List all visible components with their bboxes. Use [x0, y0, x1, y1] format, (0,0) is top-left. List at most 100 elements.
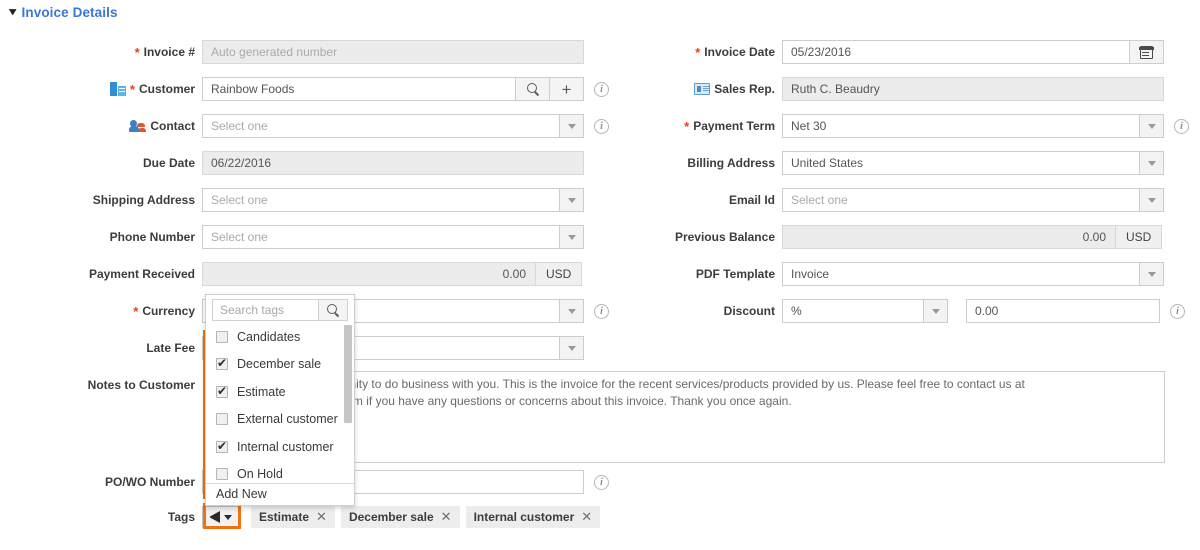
invoice-details-page: ▾ Invoice Details * Invoice # Auto gener… — [0, 0, 1200, 550]
po-wo-number-info-icon[interactable]: i — [594, 474, 609, 490]
tag-chip[interactable]: Internal customer ✕ — [465, 506, 601, 528]
tag-list-scroll-thumb[interactable] — [344, 325, 352, 423]
shipping-address-select[interactable]: Select one — [202, 188, 560, 212]
tag-chip[interactable]: Estimate ✕ — [251, 506, 335, 528]
contact-select[interactable]: Select one — [202, 114, 560, 138]
customer-input-group: Rainbow Foods + — [202, 77, 584, 101]
tag-checkbox[interactable] — [216, 413, 228, 426]
due-date-label: Due Date — [142, 156, 195, 170]
field-row-pdf-template: PDF Template Invoice — [580, 262, 1164, 286]
field-row-invoice-number: * Invoice # Auto generated number — [0, 40, 584, 64]
contact-icon — [129, 119, 146, 133]
field-row-email-id: Email Id Select one — [580, 188, 1164, 212]
required-marker: * — [684, 118, 690, 134]
currency-label: * Currency — [133, 303, 195, 319]
sales-rep-input[interactable]: Ruth C. Beaudry — [782, 77, 1164, 101]
chevron-down-icon[interactable]: ▾ — [9, 7, 16, 18]
pdf-template-group: Invoice — [782, 262, 1164, 286]
payment-term-select[interactable]: Net 30 — [782, 114, 1140, 138]
billing-address-label: Billing Address — [687, 156, 775, 170]
close-icon[interactable]: ✕ — [581, 509, 592, 525]
tag-checkbox[interactable] — [216, 330, 228, 343]
email-id-select[interactable]: Select one — [782, 188, 1140, 212]
phone-number-select[interactable]: Select one — [202, 225, 560, 249]
tag-checkbox[interactable] — [216, 356, 228, 371]
pdf-template-label: PDF Template — [695, 267, 775, 281]
pdf-template-select[interactable]: Invoice — [782, 262, 1140, 286]
payment-term-group: Net 30 — [782, 114, 1164, 138]
tag-option-label: Internal customer — [237, 439, 334, 454]
pdf-template-dropdown-caret[interactable] — [1140, 262, 1164, 286]
invoice-date-calendar-button[interactable] — [1130, 40, 1164, 64]
customer-search-button[interactable] — [516, 77, 550, 101]
discount-amount-input[interactable]: 0.00 — [966, 299, 1160, 323]
invoice-number-input[interactable]: Auto generated number — [202, 40, 584, 64]
discount-label: Discount — [723, 304, 775, 318]
tag-option-item[interactable]: December sale — [206, 351, 354, 379]
tag-chip-label: December sale — [348, 510, 434, 524]
tag-option-item[interactable]: Candidates — [206, 323, 354, 351]
field-row-billing-address: Billing Address United States — [580, 151, 1164, 175]
phone-number-label: Phone Number — [109, 230, 195, 244]
tag-option-item[interactable]: Internal customer — [206, 433, 354, 461]
chevron-down-icon — [567, 197, 576, 203]
billing-address-group: United States — [782, 151, 1164, 175]
tag-chip[interactable]: December sale ✕ — [340, 506, 460, 528]
tag-checkbox[interactable] — [216, 439, 228, 453]
email-id-dropdown-caret[interactable] — [1140, 188, 1164, 212]
tag-select-button[interactable] — [202, 506, 239, 528]
invoice-date-input[interactable]: 05/23/2016 — [782, 40, 1130, 64]
payment-term-dropdown-caret[interactable] — [1140, 114, 1164, 138]
tag-option-item[interactable]: Estimate — [206, 378, 354, 406]
close-icon[interactable]: ✕ — [441, 509, 452, 525]
tag-option-item[interactable]: External customer — [206, 406, 354, 434]
required-marker: * — [133, 303, 139, 319]
field-row-discount: Discount % 0.00 i — [580, 299, 1185, 323]
payment-received-input[interactable]: 0.00 — [202, 262, 536, 286]
field-row-previous-balance: Previous Balance 0.00 USD — [580, 225, 1163, 249]
payment-term-info-icon[interactable]: i — [1174, 118, 1189, 134]
tag-search-input[interactable]: Search tags — [212, 298, 318, 321]
id-card-icon — [694, 83, 711, 95]
tag-checkbox[interactable] — [216, 468, 228, 481]
payment-received-label: Payment Received — [88, 267, 195, 281]
close-icon[interactable]: ✕ — [316, 509, 327, 525]
tag-option-item[interactable]: On Hold — [206, 461, 354, 484]
discount-type-dropdown-caret[interactable] — [924, 299, 948, 323]
customer-add-button[interactable]: + — [550, 77, 584, 101]
tag-dropdown-panel: Search tags Candidates December sale Est… — [205, 294, 355, 506]
discount-type-select[interactable]: % — [782, 299, 924, 323]
late-fee-dropdown-caret[interactable] — [560, 336, 584, 360]
tag-chip-list: Estimate ✕ December sale ✕ Internal cust… — [251, 506, 601, 528]
payment-received-currency-unit: USD — [536, 262, 583, 286]
section-header[interactable]: ▾ Invoice Details — [9, 5, 118, 20]
discount-type-group: % — [782, 299, 948, 323]
customer-label: * Customer — [0, 77, 202, 101]
payment-term-label: * Payment Term — [684, 118, 775, 134]
late-fee-label: Late Fee — [146, 341, 195, 355]
field-row-phone-number: Phone Number Select one — [0, 225, 584, 249]
chevron-down-icon — [1147, 271, 1156, 277]
tag-search-button[interactable] — [318, 298, 348, 321]
due-date-input[interactable]: 06/22/2016 — [202, 151, 584, 175]
field-row-customer: * Customer Rainbow Foods + i — [0, 77, 609, 101]
tag-option-list[interactable]: Candidates December sale Estimate Extern… — [206, 323, 354, 483]
field-row-shipping-address: Shipping Address Select one — [0, 188, 584, 212]
tag-option-label: Candidates — [237, 329, 301, 344]
shipping-address-label: Shipping Address — [92, 193, 195, 207]
chevron-down-icon — [567, 234, 576, 240]
tag-option-label: Estimate — [237, 384, 286, 399]
chevron-down-icon — [567, 308, 576, 314]
customer-input[interactable]: Rainbow Foods — [202, 77, 516, 101]
billing-address-select[interactable]: United States — [782, 151, 1140, 175]
invoice-date-label: * Invoice Date — [695, 44, 775, 60]
tag-checkbox[interactable] — [216, 384, 228, 398]
chevron-down-icon — [1147, 123, 1156, 129]
tag-add-new-button[interactable]: Add New — [206, 483, 354, 505]
billing-address-dropdown-caret[interactable] — [1140, 151, 1164, 175]
search-icon — [327, 303, 339, 316]
discount-info-icon[interactable]: i — [1170, 303, 1185, 319]
previous-balance-group: 0.00 USD — [782, 225, 1163, 249]
email-id-group: Select one — [782, 188, 1164, 212]
field-row-invoice-date: * Invoice Date 05/23/2016 — [580, 40, 1164, 64]
